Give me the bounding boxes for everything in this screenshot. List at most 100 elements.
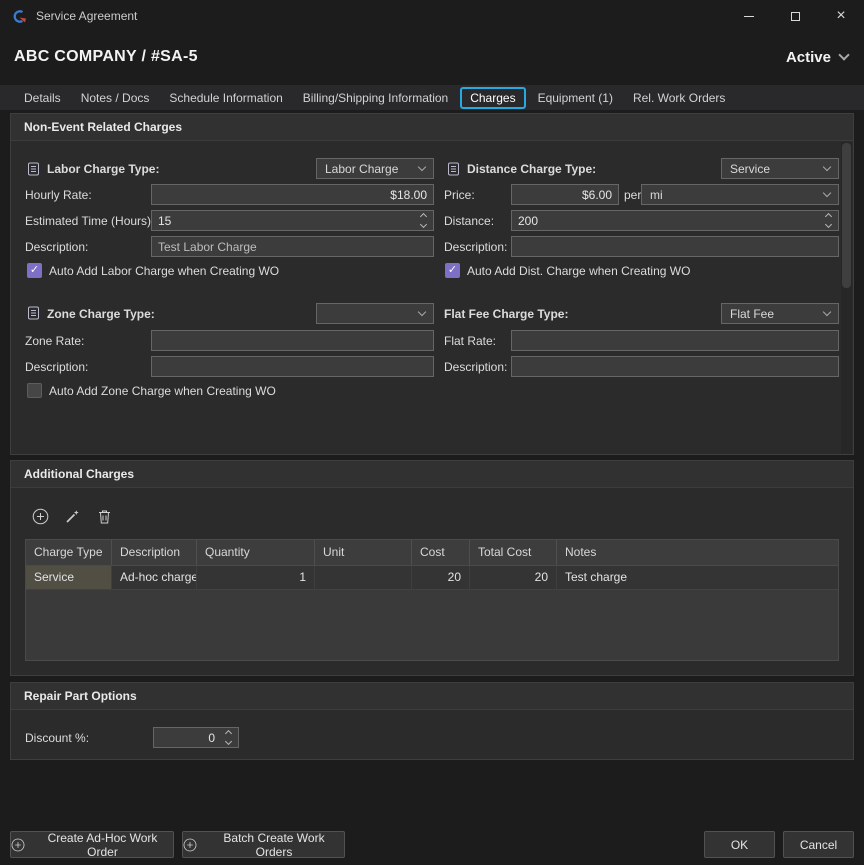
zone-charge-icon bbox=[27, 306, 40, 320]
distance-input[interactable] bbox=[511, 210, 839, 231]
delete-trash-icon[interactable] bbox=[93, 505, 115, 527]
maximize-icon bbox=[791, 12, 800, 21]
hourly-rate-input[interactable] bbox=[151, 184, 434, 205]
zone-charge-type-dropdown[interactable] bbox=[316, 303, 434, 324]
auto-add-zone-label: Auto Add Zone Charge when Creating WO bbox=[49, 381, 276, 401]
estimated-time-label: Estimated Time (Hours): bbox=[25, 211, 154, 231]
tab-notes-docs[interactable]: Notes / Docs bbox=[71, 87, 160, 109]
tab-billing-shipping-information[interactable]: Billing/Shipping Information bbox=[293, 87, 458, 109]
labor-charge-type-dropdown[interactable]: Labor Charge bbox=[316, 158, 434, 179]
column-header-cost[interactable]: Cost bbox=[412, 540, 470, 565]
price-unit-value: mi bbox=[650, 188, 663, 202]
discount-label: Discount %: bbox=[25, 728, 89, 748]
non-event-panel-title: Non-Event Related Charges bbox=[11, 114, 853, 141]
maximize-button[interactable] bbox=[772, 0, 818, 32]
spinner-up-down-icon[interactable] bbox=[416, 214, 430, 227]
flat-rate-label: Flat Rate: bbox=[444, 331, 496, 351]
additional-charges-table: Charge Type Description Quantity Unit Co… bbox=[25, 539, 839, 661]
page-title: ABC COMPANY / #SA-5 bbox=[14, 48, 198, 66]
status-dropdown[interactable]: Active bbox=[786, 49, 848, 66]
cell-charge-type[interactable]: Service bbox=[26, 566, 112, 589]
non-event-charges-panel: Non-Event Related Charges Labor Charge T… bbox=[10, 113, 854, 455]
flat-rate-input[interactable] bbox=[511, 330, 839, 351]
column-header-charge-type[interactable]: Charge Type bbox=[26, 540, 112, 565]
add-charge-button[interactable] bbox=[29, 505, 51, 527]
distance-description-input[interactable] bbox=[511, 236, 839, 257]
chevron-down-icon bbox=[418, 163, 426, 171]
per-label: per bbox=[624, 185, 641, 205]
cell-cost[interactable]: 20 bbox=[412, 566, 470, 589]
flat-fee-charge-type-dropdown[interactable]: Flat Fee bbox=[721, 303, 839, 324]
edit-wand-icon[interactable] bbox=[61, 505, 83, 527]
auto-add-distance-checkbox[interactable]: ✓ bbox=[445, 263, 460, 278]
flat-description-input[interactable] bbox=[511, 356, 839, 377]
estimated-time-value[interactable] bbox=[152, 214, 416, 228]
discount-input[interactable] bbox=[153, 727, 239, 748]
window-title: Service Agreement bbox=[36, 9, 137, 23]
distance-charge-type-label: Distance Charge Type: bbox=[467, 159, 596, 179]
ok-label: OK bbox=[731, 838, 748, 852]
labor-charge-icon bbox=[27, 162, 40, 176]
flat-fee-charge-type-label: Flat Fee Charge Type: bbox=[444, 304, 568, 324]
app-logo-icon bbox=[10, 9, 27, 24]
column-header-total-cost[interactable]: Total Cost bbox=[470, 540, 557, 565]
tab-rel-work-orders[interactable]: Rel. Work Orders bbox=[623, 87, 735, 109]
price-input[interactable] bbox=[511, 184, 619, 205]
discount-value[interactable] bbox=[154, 731, 221, 745]
cell-quantity[interactable]: 1 bbox=[197, 566, 315, 589]
chevron-down-icon bbox=[823, 189, 831, 197]
labor-description-input[interactable] bbox=[151, 236, 434, 257]
auto-add-distance-label: Auto Add Dist. Charge when Creating WO bbox=[467, 261, 690, 281]
labor-description-label: Description: bbox=[25, 237, 88, 257]
distance-value[interactable] bbox=[512, 214, 821, 228]
spinner-up-down-icon[interactable] bbox=[221, 731, 235, 744]
table-header-row: Charge Type Description Quantity Unit Co… bbox=[26, 540, 838, 566]
check-icon: ✓ bbox=[30, 265, 39, 276]
price-unit-dropdown[interactable]: mi bbox=[641, 184, 839, 205]
labor-charge-type-label: Labor Charge Type: bbox=[47, 159, 159, 179]
close-button[interactable]: × bbox=[818, 0, 864, 32]
cell-description[interactable]: Ad-hoc charge bbox=[112, 566, 197, 589]
vertical-scrollbar[interactable] bbox=[841, 142, 852, 454]
cell-notes[interactable]: Test charge bbox=[557, 566, 838, 589]
distance-label: Distance: bbox=[444, 211, 494, 231]
check-icon: ✓ bbox=[448, 265, 457, 276]
column-header-description[interactable]: Description bbox=[112, 540, 197, 565]
auto-add-labor-checkbox[interactable]: ✓ bbox=[27, 263, 42, 278]
tab-details[interactable]: Details bbox=[14, 87, 71, 109]
tab-equipment[interactable]: Equipment (1) bbox=[528, 87, 623, 109]
tab-schedule-information[interactable]: Schedule Information bbox=[159, 87, 292, 109]
tab-bar: Details Notes / Docs Schedule Informatio… bbox=[0, 85, 864, 110]
plus-circle-icon bbox=[183, 838, 197, 852]
distance-charge-type-dropdown[interactable]: Service bbox=[721, 158, 839, 179]
hourly-rate-label: Hourly Rate: bbox=[25, 185, 92, 205]
spinner-up-down-icon[interactable] bbox=[821, 214, 835, 227]
service-agreement-window: Service Agreement × ABC COMPANY / #SA-5 … bbox=[0, 0, 864, 865]
column-header-notes[interactable]: Notes bbox=[557, 540, 838, 565]
status-value: Active bbox=[786, 49, 831, 66]
auto-add-labor-label: Auto Add Labor Charge when Creating WO bbox=[49, 261, 279, 281]
scrollbar-thumb[interactable] bbox=[842, 143, 851, 288]
batch-create-work-orders-button[interactable]: Batch Create Work Orders bbox=[182, 831, 345, 858]
minimize-button[interactable] bbox=[726, 0, 772, 32]
batch-create-label: Batch Create Work Orders bbox=[204, 831, 344, 859]
estimated-time-input[interactable] bbox=[151, 210, 434, 231]
distance-charge-type-value: Service bbox=[730, 162, 770, 176]
distance-description-label: Description: bbox=[444, 237, 507, 257]
chevron-down-icon bbox=[823, 308, 831, 316]
auto-add-zone-checkbox[interactable]: ✓ bbox=[27, 383, 42, 398]
zone-description-input[interactable] bbox=[151, 356, 434, 377]
column-header-unit[interactable]: Unit bbox=[315, 540, 412, 565]
table-row[interactable]: Service Ad-hoc charge 1 20 20 Test charg… bbox=[26, 566, 838, 590]
cell-unit[interactable] bbox=[315, 566, 412, 589]
ok-button[interactable]: OK bbox=[704, 831, 775, 858]
column-header-quantity[interactable]: Quantity bbox=[197, 540, 315, 565]
cancel-label: Cancel bbox=[800, 838, 837, 852]
cell-total-cost[interactable]: 20 bbox=[470, 566, 557, 589]
zone-description-label: Description: bbox=[25, 357, 88, 377]
tab-charges[interactable]: Charges bbox=[460, 87, 525, 109]
create-adhoc-label: Create Ad-Hoc Work Order bbox=[32, 831, 173, 859]
create-adhoc-work-order-button[interactable]: Create Ad-Hoc Work Order bbox=[10, 831, 174, 858]
cancel-button[interactable]: Cancel bbox=[783, 831, 854, 858]
zone-rate-input[interactable] bbox=[151, 330, 434, 351]
